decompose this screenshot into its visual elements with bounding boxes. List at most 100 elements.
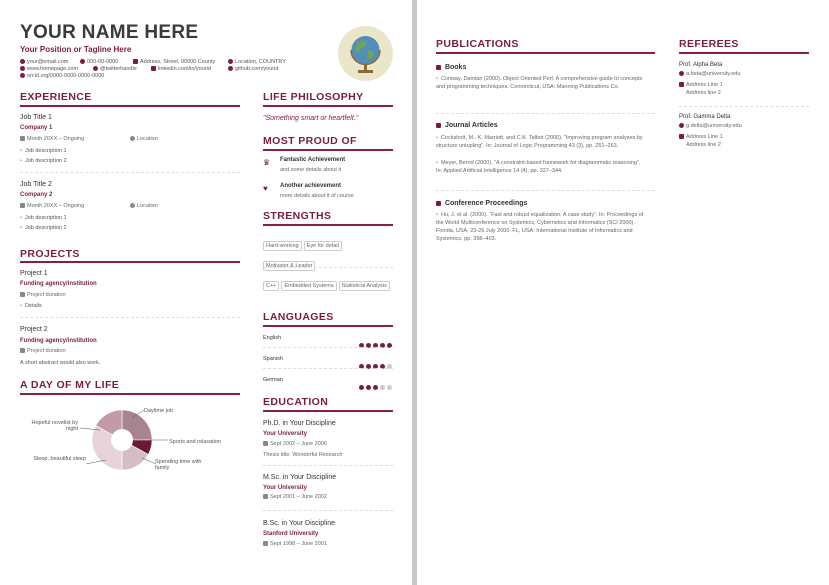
- job-1-title: Job Title 1: [20, 114, 52, 121]
- phone-icon: [80, 59, 85, 65]
- conf-heading: Conference Proceedings: [436, 200, 527, 207]
- contact-phone[interactable]: 000-00-0000: [80, 59, 118, 65]
- day-title: A DAY OF MY LIFE: [20, 379, 120, 391]
- resume-name: YOUR NAME HERE: [20, 22, 199, 43]
- project-1-duration-text: Project duration: [27, 292, 66, 298]
- referee-1-email-text: a.beta@university.edu: [686, 71, 741, 77]
- project-2-detail: A short abstract would also work.: [20, 360, 101, 366]
- contact-twitter-text: @twitterhandle: [100, 66, 137, 72]
- edu-2-school: Your University: [263, 485, 307, 491]
- job-1-location-text: Location: [137, 136, 158, 142]
- pie-label-novelist-wrap: Hopeful novelist by night: [32, 420, 78, 432]
- contact-address: Address, Street, 00000 County: [133, 59, 215, 65]
- strengths-rule: [263, 224, 393, 226]
- language-3-dots: [357, 377, 392, 395]
- edu-2-dates: Sept 2001 – June 2002: [263, 494, 327, 500]
- contact-address-text: Address, Street, 00000 County: [140, 59, 216, 65]
- contact-github[interactable]: github.com/yourid: [228, 66, 278, 72]
- project-2-title: Project 2: [20, 326, 48, 333]
- philosophy-quote: "Something smart or heartfelt.": [263, 115, 359, 122]
- edu-3-school: Stanford University: [263, 531, 319, 537]
- job-1-dates-text: Month 20XX – Ongoing: [27, 136, 85, 142]
- referees-rule: [679, 52, 809, 54]
- contact-orcid-text: orcid.org/0000-0000-0000-0000: [27, 73, 105, 79]
- strengths-title: STRENGTHS: [263, 210, 332, 222]
- language-3-name: German: [263, 377, 283, 383]
- globe-icon: [350, 36, 381, 73]
- page-2: PUBLICATIONS Books Conway, Damian (2000)…: [417, 0, 829, 585]
- pub-divider: [436, 113, 655, 114]
- strengths-divider: [263, 267, 393, 268]
- pie-label-family-wrap: Spending time with family: [155, 459, 202, 471]
- email-icon: [20, 59, 25, 65]
- language-1-name: English: [263, 335, 282, 341]
- edu-3-dates-text: Sept 1998 – June 2001: [270, 541, 327, 547]
- contact-twitter[interactable]: @twitterhandle: [93, 66, 137, 72]
- contact-orcid[interactable]: orcid.org/0000-0000-0000-0000: [20, 73, 104, 79]
- skill-dot: [386, 384, 392, 390]
- edu-1-degree: Ph.D. in Your Discipline: [263, 420, 336, 427]
- github-icon: [228, 66, 233, 72]
- referee-1-addr2: Address line 2: [686, 90, 721, 96]
- page-1: YOUR NAME HERE Your Position or Tagline …: [0, 0, 412, 585]
- books-heading: Books: [436, 64, 466, 71]
- edu-2-degree: M.Sc. in Your Discipline: [263, 474, 337, 481]
- heartbeat-icon: ♥: [263, 184, 268, 193]
- experience-title: EXPERIENCE: [20, 91, 92, 103]
- books-heading-text: Books: [444, 64, 467, 71]
- pie-label-family: Spending time with family: [155, 459, 202, 471]
- strengths-soft: Hard-working Eye for detail Motivator & Le…: [263, 234, 398, 274]
- calendar-icon: [20, 203, 25, 209]
- contact-linkedin-text: linkedin.com/in/yourid: [158, 66, 211, 72]
- proud-1-text: and some details about it: [280, 167, 342, 173]
- strength-tag: Eye for detail: [303, 241, 342, 251]
- skill-dot: [372, 384, 378, 390]
- job-2-location: Location: [130, 203, 158, 209]
- edu-1-dates: Sept 2002 – June 2006: [263, 441, 327, 447]
- calendar-icon: [20, 136, 25, 142]
- pie-label-daytime: Daytime job: [144, 408, 173, 414]
- contact-homepage[interactable]: www.homepage.com: [20, 66, 78, 72]
- job-1-dates: Month 20XX – Ongoing: [20, 136, 84, 142]
- skill-dot: [365, 384, 371, 390]
- philosophy-title: LIFE PHILOSOPHY: [263, 91, 364, 103]
- referee-2-email[interactable]: g.delta@university.edu: [679, 123, 742, 129]
- day-rule: [20, 393, 240, 395]
- trophy-icon: ♛: [263, 158, 271, 167]
- project-2-duration: Project duration: [20, 348, 66, 354]
- referee-2-addr2: Address line 2: [686, 142, 721, 148]
- pie-hole: [111, 429, 133, 451]
- skill-dot: [379, 384, 385, 390]
- journal-entry-2: Meyer, Bernd (2000). “A constraint-based…: [436, 159, 646, 175]
- contact-email[interactable]: your@email.com: [20, 59, 68, 65]
- job-1-location: Location: [130, 136, 158, 142]
- project-1-title: Project 1: [20, 270, 48, 277]
- day-pie-chart: Daytime job Sports and relaxation Spendi…: [32, 408, 221, 471]
- strength-tag: C++: [263, 281, 280, 291]
- contact-linkedin[interactable]: linkedin.com/in/yourid: [151, 66, 211, 72]
- projects-rule: [20, 261, 240, 263]
- referee-2-addr1: Address Line 1: [679, 134, 723, 140]
- language-divider: [263, 368, 393, 369]
- publications-title: PUBLICATIONS: [436, 38, 519, 50]
- pie-label-sleep-wrap: Sleep, beautiful sleep: [33, 456, 86, 462]
- strength-tag: Motivator & Leader: [263, 261, 316, 271]
- proud-rule: [263, 149, 393, 151]
- referee-1-addr1-text: Address Line 1: [686, 82, 723, 88]
- referees-title: REFEREES: [679, 38, 739, 50]
- contact-github-text: github.com/yourid: [235, 66, 279, 72]
- edu-1-school: Your University: [263, 431, 307, 437]
- proud-2-text: more details about it of course: [280, 193, 354, 199]
- mail-icon: [679, 134, 684, 140]
- language-2-name: Spanish: [263, 356, 283, 362]
- calendar-icon: [20, 348, 25, 354]
- job-1-item-1: Job description 1: [20, 148, 67, 154]
- referee-1-email[interactable]: a.beta@university.edu: [679, 71, 740, 77]
- profile-photo: [338, 26, 393, 81]
- job-2-item-2: Job description 2: [20, 225, 67, 231]
- job-2-dates-text: Month 20XX – Ongoing: [27, 203, 85, 209]
- project-1-detail: Details: [20, 303, 42, 309]
- experience-rule: [20, 105, 240, 107]
- languages-rule: [263, 325, 393, 327]
- pie-label-sleep: Sleep, beautiful sleep: [33, 456, 86, 462]
